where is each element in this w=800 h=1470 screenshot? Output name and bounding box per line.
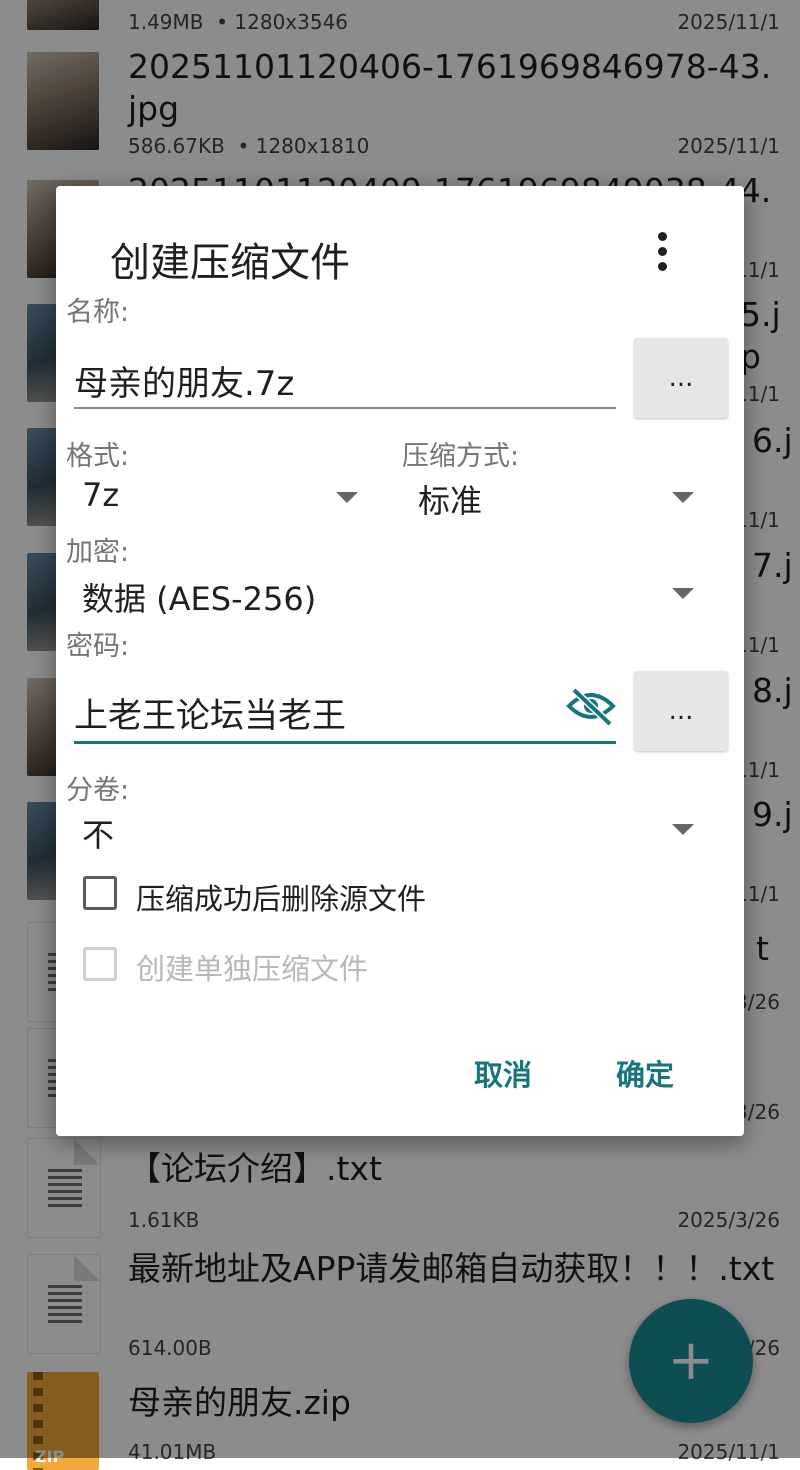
name-underline — [74, 407, 616, 409]
password-options-button[interactable]: ... — [634, 671, 728, 751]
more-options-icon[interactable] — [652, 232, 672, 278]
ok-button[interactable]: 确定 — [616, 1052, 674, 1094]
separate-archives-checkbox — [83, 947, 117, 981]
create-archive-dialog: 创建压缩文件 名称: 母亲的朋友.7z ... 格式: 7z 压缩方式: 标准 … — [56, 186, 744, 1136]
volume-dropdown-arrow-icon[interactable] — [672, 824, 694, 835]
format-label: 格式: — [66, 441, 130, 472]
delete-source-checkbox[interactable] — [83, 876, 117, 910]
compression-method-label: 压缩方式: — [402, 441, 520, 472]
cancel-button[interactable]: 取消 — [474, 1052, 532, 1094]
separate-archives-label: 创建单独压缩文件 — [136, 952, 369, 986]
password-input[interactable]: 上老王论坛当老王 — [74, 688, 346, 737]
encryption-label: 加密: — [66, 537, 130, 568]
volume-split-label: 分卷: — [66, 775, 130, 806]
format-dropdown-arrow-icon[interactable] — [336, 492, 358, 503]
toggle-password-visibility-icon[interactable] — [566, 686, 616, 726]
dialog-title: 创建压缩文件 — [110, 240, 350, 286]
browse-path-button[interactable]: ... — [634, 338, 728, 418]
delete-source-label[interactable]: 压缩成功后删除源文件 — [136, 876, 426, 918]
password-label: 密码: — [66, 631, 130, 662]
encryption-select[interactable]: 数据 (AES-256) — [82, 574, 316, 620]
format-select[interactable]: 7z — [82, 476, 119, 514]
encryption-dropdown-arrow-icon[interactable] — [672, 588, 694, 599]
compression-method-select[interactable]: 标准 — [418, 476, 482, 522]
method-dropdown-arrow-icon[interactable] — [672, 492, 694, 503]
archive-name-input[interactable]: 母亲的朋友.7z — [74, 356, 294, 405]
volume-split-select[interactable]: 不 — [82, 810, 114, 856]
password-underline — [74, 741, 616, 744]
name-label: 名称: — [66, 297, 130, 328]
